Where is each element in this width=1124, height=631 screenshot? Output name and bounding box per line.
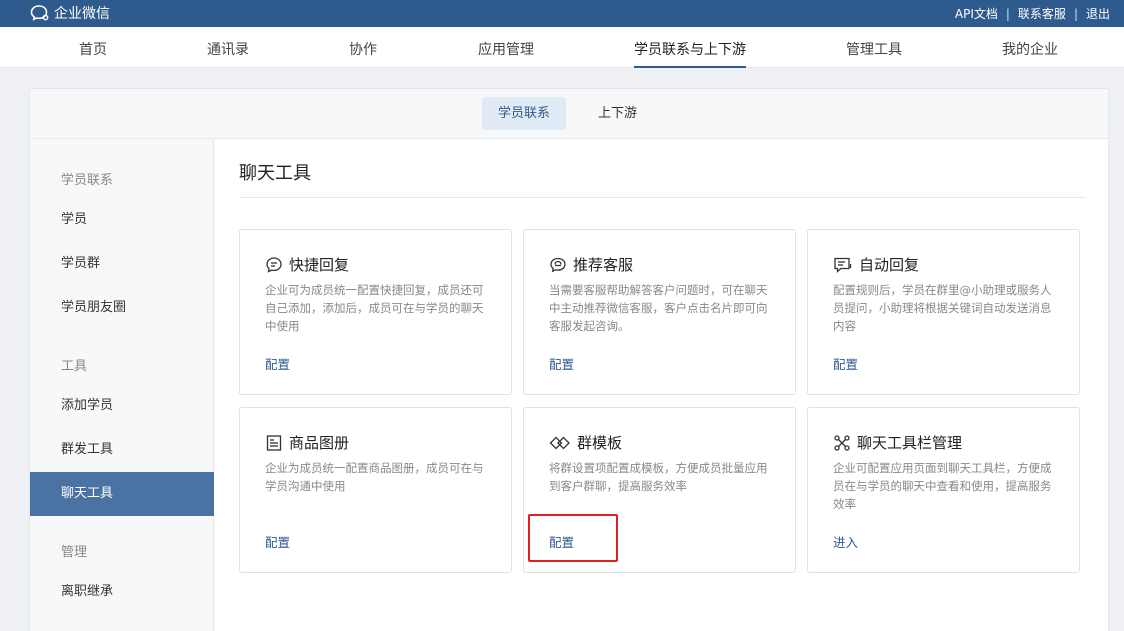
nav-app-management[interactable]: 应用管理 <box>478 39 534 59</box>
card-quick-reply: 快捷回复 企业可为成员统一配置快捷回复，成员还可自己添加，添加后，成员可在与学员… <box>239 229 512 395</box>
nav-home[interactable]: 首页 <box>79 39 107 59</box>
sidebar-group-tools: 工具 <box>61 359 88 374</box>
card-title: 自动回复 <box>859 256 920 274</box>
sidebar-group-management: 管理 <box>61 545 88 560</box>
sidebar-item-mass-send[interactable]: 群发工具 <box>30 428 214 472</box>
sidebar-group-student-contact: 学员联系 <box>61 173 114 188</box>
link-separator: | <box>1005 6 1010 21</box>
configure-link[interactable]: 配置 <box>265 532 290 551</box>
logout-link[interactable]: 退出 <box>1086 5 1110 22</box>
nav-management-tools[interactable]: 管理工具 <box>846 39 902 59</box>
nav-contacts[interactable]: 通讯录 <box>207 39 249 59</box>
main-nav: 首页 通讯录 协作 应用管理 学员联系与上下游 管理工具 我的企业 <box>0 27 1124 68</box>
main-panel: 学员联系 上下游 学员联系 学员 学员群 学员朋友圈 工具 添加学员 群发工具 … <box>29 88 1109 631</box>
api-docs-link[interactable]: API文档 <box>955 5 998 22</box>
sidebar-item-chat-tools[interactable]: 聊天工具 <box>30 472 214 516</box>
nav-student-contact[interactable]: 学员联系与上下游 <box>634 39 746 68</box>
card-group-template: 群模板 将群设置项配置成模板，方便成员批量应用到客户群聊，提高服务效率 配置 <box>523 407 796 573</box>
wecom-logo-icon <box>30 5 49 21</box>
quick-reply-icon <box>266 256 282 273</box>
link-separator: | <box>1073 6 1078 21</box>
sub-tabs: 学员联系 上下游 <box>30 89 1108 139</box>
card-description: 企业为成员统一配置商品图册，成员可在与学员沟通中使用 <box>265 461 484 493</box>
card-description: 企业可为成员统一配置快捷回复，成员还可自己添加，添加后，成员可在与学员的聊天中使… <box>265 283 484 333</box>
card-description: 当需要客服帮助解答客户问题时，可在聊天中主动推荐微信客服，客户点击名片即可向客服… <box>549 283 768 333</box>
sidebar-item-students[interactable]: 学员 <box>30 198 214 242</box>
card-title: 快捷回复 <box>289 256 350 274</box>
nav-my-enterprise[interactable]: 我的企业 <box>1002 39 1058 59</box>
sidebar-item-moments[interactable]: 学员朋友圈 <box>30 286 214 330</box>
card-description: 企业可配置应用页面到聊天工具栏，方便成员在与学员的聊天中查看和使用，提高服务效率 <box>833 461 1052 511</box>
card-title: 聊天工具栏管理 <box>857 434 963 452</box>
card-description: 配置规则后，学员在群里@小助理或服务人员提问，小助理将根据关键词自动发送消息内容 <box>833 283 1052 333</box>
card-toolbar-management: 聊天工具栏管理 企业可配置应用页面到聊天工具栏，方便成员在与学员的聊天中查看和使… <box>807 407 1080 573</box>
auto-reply-icon <box>834 257 852 273</box>
configure-link[interactable]: 配置 <box>833 354 858 373</box>
nav-collaboration[interactable]: 协作 <box>349 39 377 59</box>
sidebar-item-student-groups[interactable]: 学员群 <box>30 242 214 286</box>
configure-link[interactable]: 配置 <box>265 354 290 373</box>
card-title: 推荐客服 <box>573 256 634 274</box>
customer-service-icon <box>550 257 566 272</box>
subtab-upstream-downstream[interactable]: 上下游 <box>582 97 653 130</box>
card-title: 群模板 <box>577 434 623 452</box>
configure-link[interactable]: 配置 <box>549 354 574 373</box>
enter-link[interactable]: 进入 <box>833 532 858 551</box>
top-links: API文档 | 联系客服 | 退出 <box>955 5 1110 22</box>
configure-link[interactable]: 配置 <box>549 532 574 551</box>
brand-name: 企业微信 <box>54 6 110 22</box>
subtab-student-contact[interactable]: 学员联系 <box>482 97 567 130</box>
sidebar-item-add-student[interactable]: 添加学员 <box>30 384 214 428</box>
brand-logo[interactable]: 企业微信 <box>30 3 110 23</box>
group-template-icon <box>549 436 570 449</box>
title-divider <box>239 197 1086 198</box>
card-title: 商品图册 <box>289 434 350 452</box>
sidebar-item-resignation-inherit[interactable]: 离职继承 <box>30 570 214 614</box>
product-album-icon <box>266 434 282 451</box>
card-product-album: 商品图册 企业为成员统一配置商品图册，成员可在与学员沟通中使用 配置 <box>239 407 512 573</box>
toolbar-manage-icon <box>834 434 850 451</box>
card-description: 将群设置项配置成模板，方便成员批量应用到客户群聊，提高服务效率 <box>549 461 768 493</box>
top-bar: 企业微信 API文档 | 联系客服 | 退出 <box>0 0 1124 27</box>
sidebar: 学员联系 学员 学员群 学员朋友圈 工具 添加学员 群发工具 聊天工具 管理 离… <box>30 139 214 631</box>
card-auto-reply: 自动回复 配置规则后，学员在群里@小助理或服务人员提问，小助理将根据关键词自动发… <box>807 229 1080 395</box>
card-recommend-service: 推荐客服 当需要客服帮助解答客户问题时，可在聊天中主动推荐微信客服，客户点击名片… <box>523 229 796 395</box>
page-title: 聊天工具 <box>239 163 311 184</box>
contact-support-link[interactable]: 联系客服 <box>1018 5 1066 22</box>
